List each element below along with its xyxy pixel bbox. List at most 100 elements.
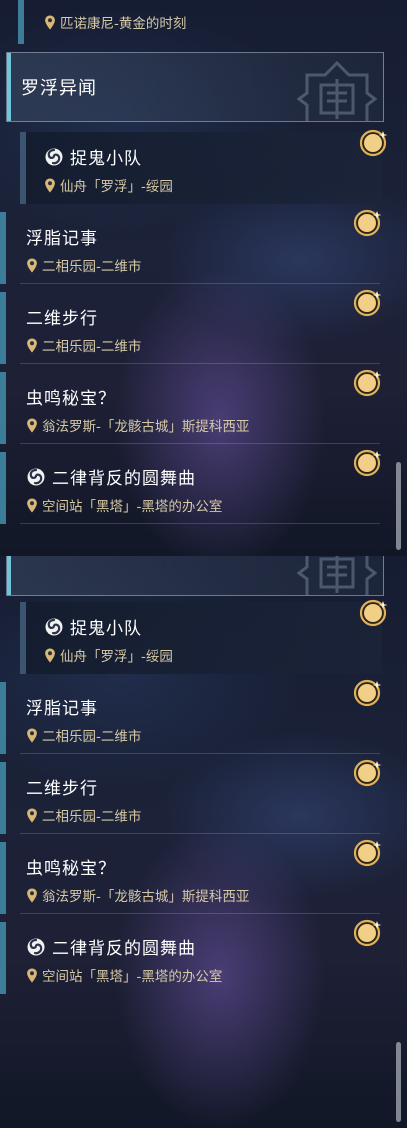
divider — [20, 443, 380, 444]
location-pin-icon — [44, 178, 56, 193]
new-badge-icon — [352, 288, 382, 318]
top-fragment-location: 匹诺康尼-黄金的时刻 — [60, 16, 187, 32]
quest-swirl-icon — [44, 617, 64, 637]
new-badge-icon — [352, 918, 382, 948]
quest-location-row: 翁法罗斯-「龙骸古城」斯提科西亚 — [26, 415, 249, 435]
quest-swirl-icon — [44, 147, 64, 167]
quest-location-row: 空间站「黑塔」-黑塔的办公室 — [26, 495, 222, 515]
quest-title: 浮脂记事 — [26, 699, 98, 719]
quest-location: 二相乐园-二维市 — [42, 259, 142, 275]
quest-title: 二维步行 — [26, 779, 98, 799]
quest-location: 翁法罗斯-「龙骸古城」斯提科西亚 — [42, 419, 250, 435]
quest-swirl-icon — [26, 937, 46, 957]
quest-location-row: 二相乐园-二维市 — [26, 255, 141, 275]
quest-title: 虫鸣秘宝？ — [26, 859, 116, 879]
location-pin-icon — [44, 648, 56, 663]
quest-accent-bar — [0, 762, 6, 834]
quest-accent-bar — [0, 292, 6, 364]
quest-title-row: 浮脂记事 — [26, 694, 98, 719]
location-pin-icon — [26, 418, 38, 433]
location-pin-icon — [26, 498, 38, 513]
new-badge-icon — [358, 128, 388, 158]
quest-location: 翁法罗斯-「龙骸古城」斯提科西亚 — [42, 889, 250, 905]
quest-title-row: 虫鸣秘宝？ — [26, 854, 116, 879]
section-header-partial[interactable] — [6, 556, 384, 596]
location-pin-icon — [26, 968, 38, 983]
quest-accent-bar — [0, 842, 6, 914]
location-pin-icon — [26, 338, 38, 353]
new-badge-icon — [352, 838, 382, 868]
quest-location-row: 仙舟「罗浮」-绥园 — [44, 645, 173, 665]
quest-location: 二相乐园-二维市 — [42, 339, 142, 355]
quest-title: 浮脂记事 — [26, 229, 98, 249]
quest-title-row: 二维步行 — [26, 774, 98, 799]
scrollbar-thumb[interactable] — [396, 462, 401, 550]
divider — [20, 913, 380, 914]
quest-item-ghost-squad[interactable]: 捉鬼小队 仙舟「罗浮」-绥园 — [20, 132, 382, 204]
divider — [20, 833, 380, 834]
quest-location: 仙舟「罗浮」-绥园 — [60, 179, 173, 195]
divider — [20, 523, 380, 524]
quest-title-row: 浮脂记事 — [26, 224, 98, 249]
divider — [20, 753, 380, 754]
quest-title: 二律背反的圆舞曲 — [52, 469, 196, 489]
quest-location-row: 二相乐园-二维市 — [26, 335, 141, 355]
selected-card-bar — [20, 132, 26, 204]
quest-list-panel-1: 匹诺康尼-黄金的时刻 罗浮异闻 捉鬼小队 仙舟「罗浮」-绥园 浮脂记事 二相乐园… — [0, 0, 407, 556]
scrollbar-thumb[interactable] — [396, 1042, 401, 1122]
quest-list-panel-2: 捉鬼小队 仙舟「罗浮」-绥园 浮脂记事 二相乐园-二维市 二维步行 二相乐园-二… — [0, 556, 407, 1128]
section-sidebar — [7, 556, 11, 595]
xianzhou-emblem-icon — [297, 556, 377, 596]
new-badge-icon — [352, 448, 382, 478]
top-fragment-location-row: 匹诺康尼-黄金的时刻 — [44, 12, 186, 32]
quest-title: 二维步行 — [26, 309, 98, 329]
quest-item[interactable]: 二维步行 二相乐园-二维市 — [0, 292, 380, 364]
divider — [20, 363, 380, 364]
quest-location-row: 空间站「黑塔」-黑塔的办公室 — [26, 965, 222, 985]
quest-swirl-icon — [26, 467, 46, 487]
location-pin-icon — [26, 728, 38, 743]
selected-card-bar — [20, 602, 26, 674]
new-badge-icon — [352, 208, 382, 238]
quest-location: 空间站「黑塔」-黑塔的办公室 — [42, 969, 223, 985]
quest-item[interactable]: 浮脂记事 二相乐园-二维市 — [0, 682, 380, 754]
quest-location-row: 二相乐园-二维市 — [26, 805, 141, 825]
quest-location: 空间站「黑塔」-黑塔的办公室 — [42, 499, 223, 515]
new-badge-icon — [352, 758, 382, 788]
quest-location-row: 翁法罗斯-「龙骸古城」斯提科西亚 — [26, 885, 249, 905]
quest-title: 捉鬼小队 — [70, 619, 142, 639]
divider — [20, 283, 380, 284]
top-entry-accent — [18, 0, 24, 44]
quest-item[interactable]: 二律背反的圆舞曲 空间站「黑塔」-黑塔的办公室 — [0, 922, 380, 994]
quest-title: 二律背反的圆舞曲 — [52, 939, 196, 959]
quest-title: 捉鬼小队 — [70, 149, 142, 169]
quest-title: 虫鸣秘宝？ — [26, 389, 116, 409]
quest-accent-bar — [0, 922, 6, 994]
section-title: 罗浮异闻 — [21, 78, 97, 99]
quest-title-row: 虫鸣秘宝？ — [26, 384, 116, 409]
new-badge-icon — [352, 368, 382, 398]
location-pin-icon — [26, 808, 38, 823]
new-badge-icon — [358, 598, 388, 628]
section-sidebar — [7, 53, 11, 121]
quest-accent-bar — [0, 372, 6, 444]
quest-item-ghost-squad[interactable]: 捉鬼小队 仙舟「罗浮」-绥园 — [20, 602, 382, 674]
quest-title-row: 二律背反的圆舞曲 — [26, 934, 196, 959]
xianzhou-emblem-icon — [297, 59, 377, 122]
quest-item[interactable]: 浮脂记事 二相乐园-二维市 — [0, 212, 380, 284]
location-pin-icon — [26, 258, 38, 273]
quest-item[interactable]: 虫鸣秘宝？ 翁法罗斯-「龙骸古城」斯提科西亚 — [0, 842, 380, 914]
quest-item[interactable]: 二律背反的圆舞曲 空间站「黑塔」-黑塔的办公室 — [0, 452, 380, 524]
quest-location: 仙舟「罗浮」-绥园 — [60, 649, 173, 665]
quest-location: 二相乐园-二维市 — [42, 729, 142, 745]
quest-title-row: 捉鬼小队 — [44, 614, 142, 639]
quest-item[interactable]: 虫鸣秘宝？ 翁法罗斯-「龙骸古城」斯提科西亚 — [0, 372, 380, 444]
quest-accent-bar — [0, 682, 6, 754]
quest-accent-bar — [0, 212, 6, 284]
new-badge-icon — [352, 678, 382, 708]
quest-item[interactable]: 二维步行 二相乐园-二维市 — [0, 762, 380, 834]
quest-title-row: 二律背反的圆舞曲 — [26, 464, 196, 489]
quest-location: 二相乐园-二维市 — [42, 809, 142, 825]
location-pin-icon — [26, 888, 38, 903]
section-header[interactable]: 罗浮异闻 — [6, 52, 384, 122]
